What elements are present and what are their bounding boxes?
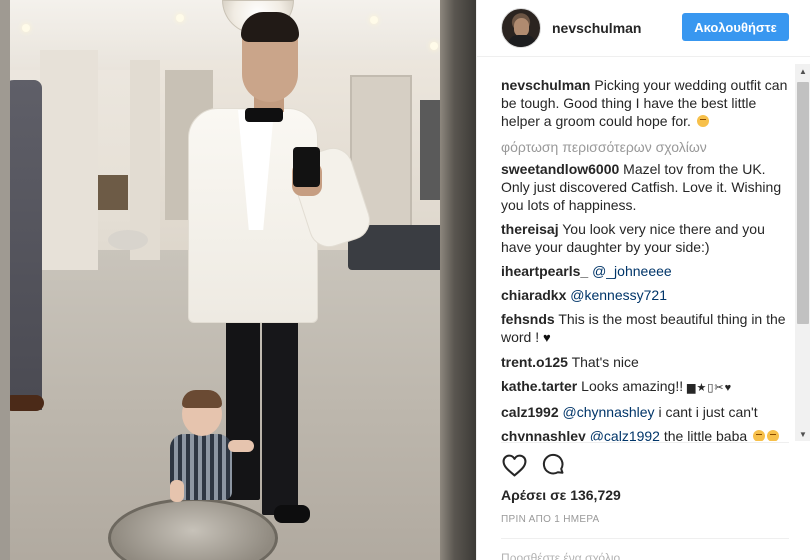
post-header: nevschulman Ακολουθήστε — [477, 0, 810, 57]
load-more-comments-link[interactable]: φόρτωση περισσότερων σχολίων — [501, 138, 791, 156]
photo-ceiling-light — [430, 42, 438, 50]
comment-username-link[interactable]: fehsnds — [501, 311, 555, 327]
photo-ceiling-light — [22, 24, 30, 32]
comment-username-link[interactable]: chynnashley — [501, 428, 586, 441]
scroll-up-arrow-icon[interactable]: ▲ — [795, 64, 810, 78]
photo-ceiling-light — [370, 16, 378, 24]
post-side-panel: nevschulman Ακολουθήστε nevschulman Pick… — [476, 0, 810, 560]
photo-baby-hair — [182, 390, 222, 408]
caption-username-link[interactable]: nevschulman — [501, 77, 590, 93]
comment-text: i cant i just can't — [658, 404, 758, 420]
follow-button[interactable]: Ακολουθήστε — [682, 13, 789, 41]
photo-man-hair — [241, 12, 299, 42]
photo-pillar — [40, 50, 98, 270]
scroll-down-arrow-icon[interactable]: ▼ — [795, 427, 810, 441]
comment-item: chiaradkx @kennessy721 — [501, 286, 791, 304]
black-heart-emoji-icon: ♥ — [543, 330, 551, 345]
photo-baby-arm — [228, 440, 254, 452]
comment-item: chynnashley @calz1992 the little baba — [501, 427, 791, 441]
photo-man-shoe — [274, 505, 310, 523]
comment-item: sweetandlow6000 Mazel tov from the UK. O… — [501, 160, 791, 214]
heart-outline-icon — [502, 454, 526, 476]
post-actions — [501, 452, 567, 480]
comment-mention-link[interactable]: @calz1992 — [590, 428, 660, 441]
post-timestamp[interactable]: ΠΡΙΝ ΑΠΟ 1 ΗΜΕΡΑ — [501, 514, 600, 525]
comment-username-link[interactable]: sweetandlow6000 — [501, 161, 619, 177]
photo-pouf — [108, 230, 148, 250]
comment-item: calz1992 @chynnashley i cant i just can'… — [501, 403, 791, 421]
comment-item: trent.o125 That's nice — [501, 353, 791, 371]
photo-bystander-shoe — [4, 395, 44, 411]
comment-mention-link[interactable]: @kennessy721 — [570, 287, 667, 303]
caption: nevschulman Picking your wedding outfit … — [501, 76, 791, 130]
photo-baby-arm — [170, 480, 184, 502]
comment-button[interactable] — [541, 452, 567, 478]
comment-username-link[interactable]: trent.o125 — [501, 354, 568, 370]
speech-bubble-icon — [542, 453, 564, 475]
heart-eyes-emoji-icon — [753, 430, 766, 441]
comment-item: fehsnds This is the most beautiful thing… — [501, 310, 791, 347]
scrollbar-thumb[interactable] — [797, 82, 809, 324]
comment-text: the little baba — [663, 428, 748, 441]
comment-text: That's nice — [571, 354, 639, 370]
comment-text: Looks amazing!! — [581, 378, 684, 394]
divider — [501, 538, 789, 539]
photo-mirror-frame — [0, 0, 10, 560]
header-username-link[interactable]: nevschulman — [552, 20, 641, 36]
photo-table — [98, 175, 128, 210]
comments-scrollbar[interactable]: ▲ ▼ — [795, 64, 810, 441]
misc-emoji-icon: ▆★▯✂♥ — [687, 382, 733, 394]
comment-mention-link[interactable]: @_johneeee — [592, 263, 672, 279]
heart-eyes-emoji-icon — [767, 430, 780, 441]
smiling-face-emoji-icon — [696, 115, 709, 127]
comments-list: nevschulman Picking your wedding outfit … — [501, 76, 791, 441]
photo-man-leg — [262, 290, 298, 515]
comment-username-link[interactable]: kathe.tarter — [501, 378, 577, 394]
comment-item: kathe.tarter Looks amazing!! ▆★▯✂♥ — [501, 377, 791, 397]
comment-username-link[interactable]: thereisaj — [501, 221, 559, 237]
photo-ceiling-light — [176, 14, 184, 22]
photo-bow-tie — [245, 108, 283, 122]
comment-item: thereisaj You look very nice there and y… — [501, 220, 791, 256]
avatar[interactable] — [501, 8, 541, 48]
comment-item: iheartpearls_ @_johneeee — [501, 262, 791, 280]
photo-phone — [293, 147, 320, 187]
comment-username-link[interactable]: chiaradkx — [501, 287, 566, 303]
divider — [501, 442, 789, 443]
likes-count[interactable]: Αρέσει σε 136,729 — [501, 487, 621, 503]
comment-username-link[interactable]: calz1992 — [501, 404, 559, 420]
photo-mirror-frame — [440, 0, 476, 560]
comment-mention-link[interactable]: @chynnashley — [563, 404, 655, 420]
avatar-body — [508, 35, 536, 47]
like-button[interactable] — [501, 452, 527, 478]
comment-username-link[interactable]: iheartpearls_ — [501, 263, 588, 279]
add-comment-input[interactable]: Προσθέστε ένα σχόλιο... — [501, 551, 630, 560]
post-photo[interactable] — [0, 0, 476, 560]
